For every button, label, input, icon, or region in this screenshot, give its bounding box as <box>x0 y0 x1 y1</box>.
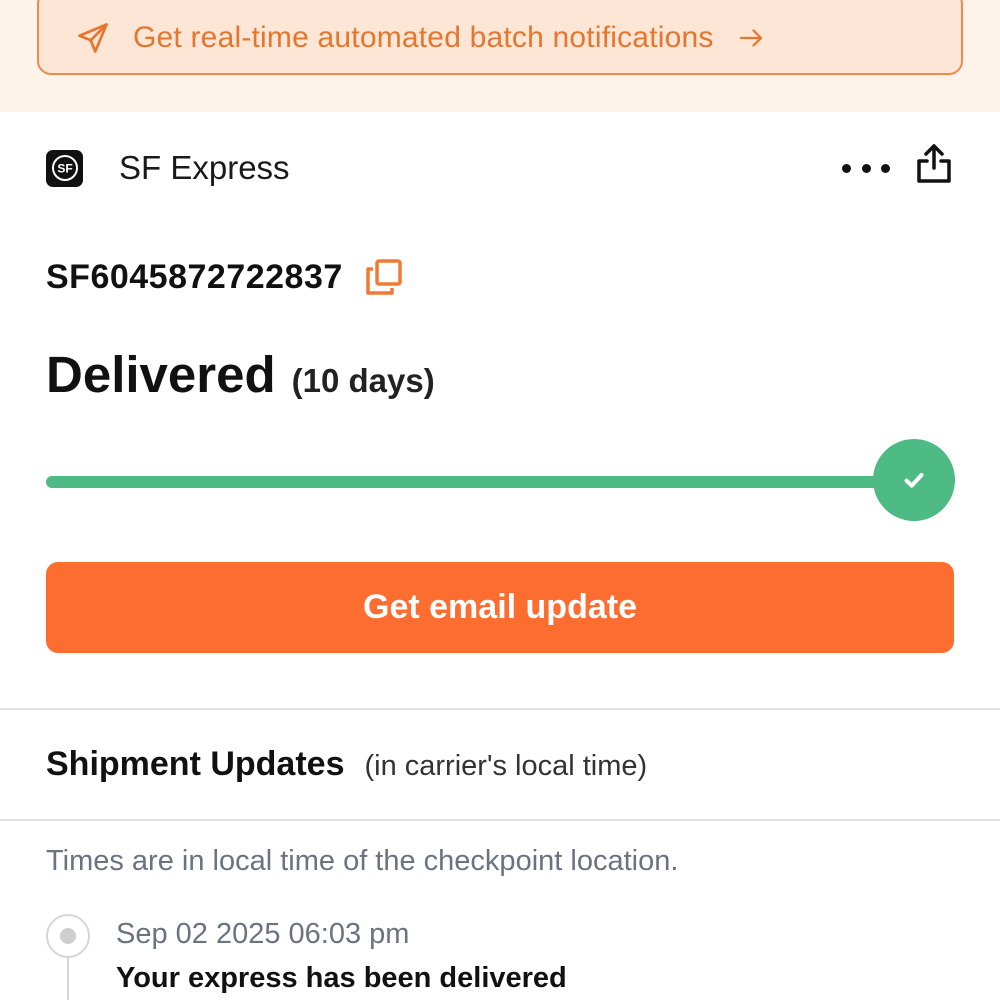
carrier-name: SF Express <box>119 149 290 186</box>
tracking-number-row: SF6045872722837 <box>46 255 403 299</box>
arrow-right-icon <box>736 23 766 53</box>
banner-text: Get real-time automated batch notificati… <box>133 20 714 54</box>
tracking-number: SF6045872722837 <box>46 257 343 296</box>
timeline-dot <box>46 914 90 958</box>
divider <box>0 819 1000 821</box>
section-title: Shipment Updates <box>46 745 345 783</box>
delivery-status: Delivered (10 days) <box>46 345 435 404</box>
timezone-note: Times are in local time of the checkpoin… <box>46 845 679 877</box>
divider <box>0 708 1000 710</box>
status-duration: (10 days) <box>291 362 435 399</box>
progress-bar <box>46 476 906 488</box>
carrier-header: SF SF Express <box>46 144 954 190</box>
section-subtitle: (in carrier's local time) <box>364 750 648 782</box>
banner-area: Get real-time automated batch notificati… <box>0 0 1000 112</box>
status-title: Delivered <box>46 346 276 403</box>
batch-notifications-banner[interactable]: Get real-time automated batch notificati… <box>37 0 963 75</box>
progress-fill <box>46 476 906 488</box>
copy-icon[interactable] <box>365 258 403 296</box>
more-horizontal-icon[interactable] <box>842 154 890 182</box>
carrier-logo-text: SF <box>57 162 72 176</box>
tracking-page: Get real-time automated batch notificati… <box>0 0 1000 1000</box>
check-icon <box>873 439 955 521</box>
get-email-update-button[interactable]: Get email update <box>46 562 954 653</box>
timeline-line <box>67 958 69 1000</box>
share-icon[interactable] <box>914 142 954 186</box>
event-description: Your express has been delivered <box>116 962 567 994</box>
carrier-logo: SF <box>46 149 83 187</box>
shipment-updates-header: Shipment Updates (in carrier's local tim… <box>46 745 647 784</box>
event-time: Sep 02 2025 06:03 pm <box>116 918 410 950</box>
send-icon <box>75 20 111 56</box>
